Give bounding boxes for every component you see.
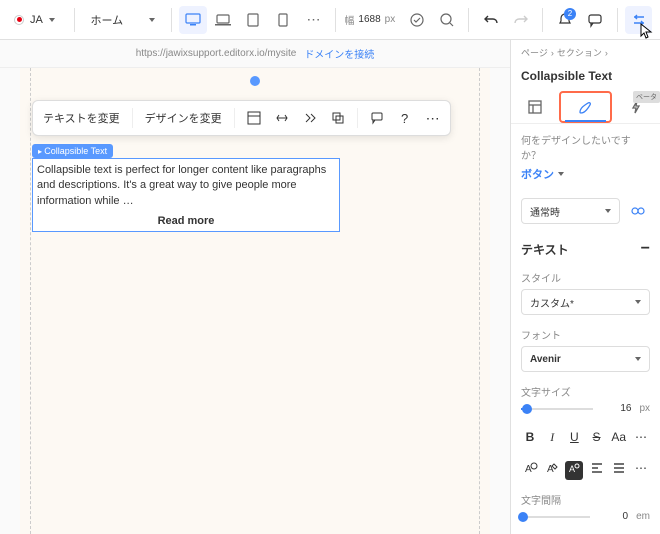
tab-effects[interactable]: ベータ [612, 91, 660, 123]
strike-button[interactable]: S [588, 430, 606, 445]
more-devices-icon[interactable]: ⋯ [299, 6, 327, 34]
state-select[interactable]: 通常時 [521, 198, 620, 224]
spacing-input[interactable]: 0 [598, 511, 628, 522]
mobile-icon[interactable] [269, 6, 297, 34]
highlight-button[interactable]: A [543, 461, 561, 480]
animation-icon[interactable] [301, 109, 319, 127]
guide-right [479, 68, 480, 534]
panel-tabs: ベータ [511, 91, 660, 124]
font-select[interactable]: Avenir [521, 346, 650, 372]
text-content: Collapsible text is perfect for longer c… [37, 163, 335, 209]
tab-layout[interactable] [511, 91, 559, 123]
breadcrumb[interactable]: ページ›セクション› [511, 40, 660, 65]
zoom-icon[interactable] [434, 6, 461, 34]
check-icon[interactable] [403, 6, 430, 34]
design-question: 何をデザインしたいですか？ [521, 132, 650, 162]
style-select[interactable]: カスタム* [521, 289, 650, 315]
breakpoint-handle[interactable] [250, 76, 260, 86]
connect-domain-link[interactable]: ドメインを接続 [304, 46, 374, 61]
text-section-header[interactable]: テキスト − [511, 232, 660, 266]
undo-icon[interactable] [477, 6, 504, 34]
canvas-content[interactable]: テキストを変更 デザインを変更 ? ⋯ Collapsible Text Col… [20, 68, 490, 534]
panel-title: Collapsible Text [511, 65, 660, 91]
page-selector[interactable]: ホーム [83, 6, 163, 34]
tablet-icon[interactable] [239, 6, 267, 34]
chevron-down-icon [149, 18, 155, 22]
notification-badge: 2 [564, 8, 576, 20]
collapse-icon: − [641, 240, 650, 258]
more-format-icon[interactable]: ⋯ [632, 430, 650, 445]
copy-icon[interactable] [329, 109, 347, 127]
more-icon[interactable]: ⋯ [424, 109, 442, 127]
change-text-button[interactable]: テキストを変更 [41, 106, 122, 130]
comments-icon[interactable] [582, 6, 609, 34]
inspector-panel: ページ›セクション› Collapsible Text ベータ 何をデザインした… [510, 40, 660, 534]
italic-button[interactable]: I [543, 430, 561, 445]
read-more-button[interactable]: Read more [37, 215, 335, 227]
underline-button[interactable]: U [565, 430, 583, 445]
align-button[interactable] [588, 461, 606, 480]
redo-icon[interactable] [508, 6, 535, 34]
beta-badge: ベータ [633, 91, 660, 103]
justify-button[interactable] [610, 461, 628, 480]
bg-color-button[interactable]: A [565, 461, 583, 480]
chevron-down-icon [558, 172, 564, 176]
device-switcher: ⋯ [179, 6, 327, 34]
spacing-label: 文字間隔 [521, 492, 650, 507]
style-label: スタイル [521, 270, 650, 285]
chevron-down-icon [635, 300, 641, 304]
desktop-icon[interactable] [179, 6, 207, 34]
url-text: https://jawixsupport.editorx.io/mysite [136, 48, 297, 59]
size-input[interactable]: 16 [601, 403, 631, 414]
transitions-icon[interactable] [626, 199, 650, 223]
case-button[interactable]: Aa [610, 430, 628, 445]
color-row: A A A ⋯ [511, 453, 660, 488]
format-row: B I U S Aa ⋯ [511, 422, 660, 453]
comment-icon[interactable] [368, 109, 386, 127]
canvas-area: https://jawixsupport.editorx.io/mysite ド… [0, 40, 510, 534]
change-design-button[interactable]: デザインを変更 [143, 106, 224, 130]
chevron-down-icon [605, 209, 611, 213]
help-icon[interactable]: ? [396, 109, 414, 127]
guide-left [30, 68, 31, 534]
chevron-down-icon [635, 357, 641, 361]
spacing-slider[interactable] [521, 516, 590, 518]
chevron-down-icon [49, 18, 55, 22]
more-color-icon[interactable]: ⋯ [632, 461, 650, 480]
url-bar: https://jawixsupport.editorx.io/mysite ド… [0, 40, 510, 68]
notifications-icon[interactable]: 2 [551, 6, 578, 34]
flag-jp-icon [14, 15, 24, 25]
language-selector[interactable]: JA [8, 6, 66, 34]
page-label: ホーム [91, 12, 124, 28]
width-indicator: 幅 1688 px [344, 12, 395, 27]
size-slider[interactable] [521, 408, 593, 410]
design-target-dropdown[interactable]: ボタン [521, 166, 650, 182]
lang-code: JA [30, 14, 43, 26]
text-color-button[interactable]: A [521, 461, 539, 480]
topbar: JA ホーム ⋯ 幅 1688 px 2 [0, 0, 660, 40]
layout-icon[interactable] [245, 109, 263, 127]
laptop-icon[interactable] [209, 6, 237, 34]
size-label: 文字サイズ [521, 384, 650, 399]
font-label: フォント [521, 327, 650, 342]
tab-design[interactable] [559, 91, 611, 123]
inspector-toggle-icon[interactable] [625, 6, 652, 34]
bold-button[interactable]: B [521, 430, 539, 445]
stretch-icon[interactable] [273, 109, 291, 127]
component-label: Collapsible Text [32, 144, 113, 158]
element-toolbar: テキストを変更 デザインを変更 ? ⋯ [32, 100, 451, 136]
collapsible-text-component[interactable]: Collapsible text is perfect for longer c… [32, 158, 340, 232]
svg-text:A: A [569, 464, 575, 474]
